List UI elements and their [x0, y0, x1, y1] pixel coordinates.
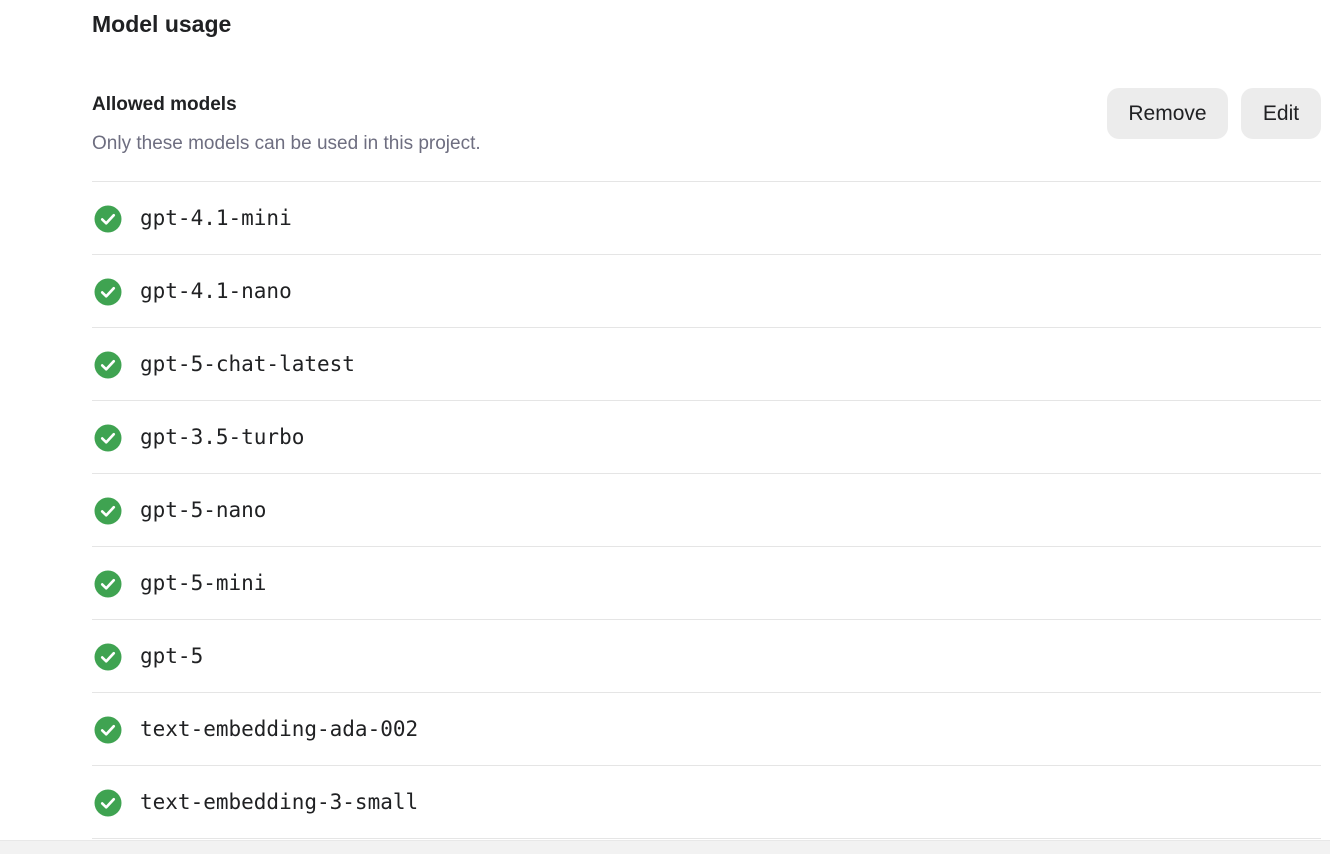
model-row: gpt-5-mini: [92, 547, 1321, 620]
model-row: text-embedding-3-small: [92, 766, 1321, 839]
section-title: Model usage: [92, 11, 232, 37]
model-name: gpt-5-chat-latest: [140, 352, 355, 376]
bottom-bar: [0, 840, 1330, 854]
check-circle-icon: [94, 278, 122, 306]
edit-button[interactable]: Edit: [1241, 88, 1321, 139]
model-name: text-embedding-3-small: [140, 790, 419, 814]
model-usage-page: Model usage Allowed models Only these mo…: [0, 0, 1330, 854]
check-circle-icon: [94, 424, 122, 452]
model-name: gpt-5-nano: [140, 498, 267, 522]
check-circle-icon: [94, 351, 122, 379]
check-circle-icon: [94, 570, 122, 598]
model-name: gpt-4.1-nano: [140, 279, 292, 303]
model-row: gpt-5-chat-latest: [92, 328, 1321, 401]
allowed-models-list: gpt-4.1-mini gpt-4.1-nano gpt-5-chat-lates…: [92, 181, 1321, 839]
model-row: gpt-5: [92, 620, 1321, 693]
model-row: gpt-5-nano: [92, 474, 1321, 547]
model-name: text-embedding-ada-002: [140, 717, 419, 741]
check-circle-icon: [94, 716, 122, 744]
model-name: gpt-4.1-mini: [140, 206, 292, 230]
model-name: gpt-5-mini: [140, 571, 267, 595]
model-row: gpt-4.1-mini: [92, 182, 1321, 255]
allowed-models-header: Allowed models Only these models can be …: [92, 88, 1321, 182]
model-row: gpt-3.5-turbo: [92, 401, 1321, 474]
check-circle-icon: [94, 643, 122, 671]
model-row: gpt-4.1-nano: [92, 255, 1321, 328]
check-circle-icon: [94, 205, 122, 233]
model-row: text-embedding-ada-002: [92, 693, 1321, 766]
allowed-models-title: Allowed models: [92, 94, 237, 115]
model-name: gpt-5: [140, 644, 204, 668]
model-name: gpt-3.5-turbo: [140, 425, 305, 449]
allowed-models-description: Only these models can be used in this pr…: [92, 133, 481, 154]
check-circle-icon: [94, 497, 122, 525]
check-circle-icon: [94, 789, 122, 817]
remove-button[interactable]: Remove: [1107, 88, 1228, 139]
